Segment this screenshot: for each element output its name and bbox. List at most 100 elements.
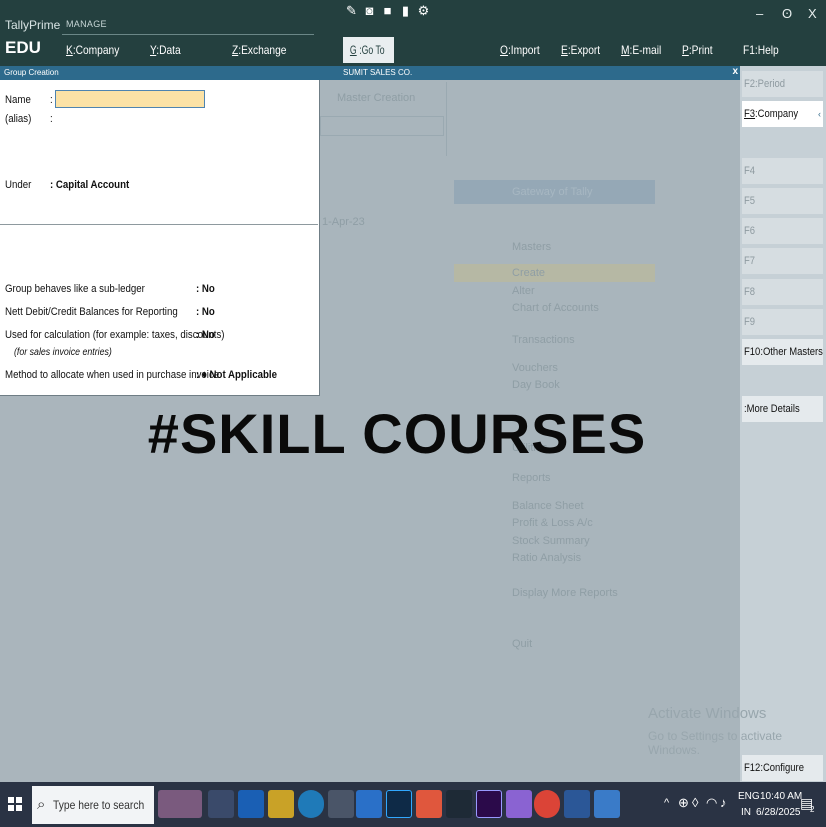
f10-other-masters-button[interactable]: F10:Other Masters	[742, 339, 823, 365]
gateway-item[interactable]: Vouchers	[512, 362, 558, 374]
menu-label: :Print	[688, 43, 713, 57]
f3-company-button[interactable]: F3:Company ‹	[742, 101, 823, 127]
sync-icon[interactable]	[356, 790, 382, 818]
word-icon[interactable]	[564, 790, 590, 818]
news-widget-icon[interactable]	[158, 790, 202, 818]
f5-button[interactable]: F5	[742, 188, 823, 214]
menu-label: :Data	[156, 43, 181, 57]
minimize-button[interactable]: –	[756, 6, 763, 21]
chrome-icon[interactable]	[534, 790, 560, 818]
gear-icon[interactable]: ⚙	[416, 2, 431, 20]
screen-title-strip: Group Creation SUMIT SALES CO. x	[0, 66, 740, 80]
menu-print[interactable]: P:Print	[682, 43, 713, 57]
activate-windows-title: Activate Windows	[648, 705, 767, 722]
gateway-item[interactable]: Balance Sheet	[512, 500, 584, 512]
region-indicator[interactable]: IN	[741, 807, 751, 818]
top-icon-group: ✎ ◙ ■ ▮ ⚙	[344, 2, 431, 20]
option-value[interactable]: : No	[196, 306, 215, 318]
terminal-icon[interactable]	[446, 790, 472, 818]
restore-button[interactable]: ʘ	[782, 6, 792, 21]
menu-goto[interactable]: G:Go To	[343, 37, 394, 63]
photoshop-icon[interactable]	[386, 790, 412, 818]
menu-label: :Go To	[359, 43, 386, 57]
option-value[interactable]: : ♦ Not Applicable	[196, 369, 277, 381]
camera-icon[interactable]: ◙	[362, 2, 377, 20]
volume-icon[interactable]: ♪	[720, 795, 727, 810]
manage-divider	[62, 34, 314, 35]
store-icon[interactable]	[328, 790, 354, 818]
button-key: F8	[744, 286, 756, 298]
gateway-item[interactable]: Day Book	[512, 379, 560, 391]
menu-email[interactable]: M:E-mail	[621, 43, 661, 57]
menu-key: G	[350, 43, 357, 57]
background-date: 1-Apr-23	[322, 216, 365, 228]
menu-export[interactable]: E:Export	[561, 43, 600, 57]
notification-badge: 2	[810, 805, 815, 814]
language-indicator[interactable]: ENG	[738, 791, 760, 802]
screen-title: Group Creation	[4, 68, 59, 77]
gateway-item[interactable]: Display More Reports	[512, 587, 618, 599]
button-label: :Company	[755, 108, 799, 120]
tray-chevron-icon[interactable]: ^	[664, 797, 669, 809]
clock-time[interactable]: 10:40 AM	[760, 791, 802, 802]
menu-data[interactable]: Y:Data	[150, 43, 181, 57]
name-label: Name	[5, 94, 31, 106]
button-key: F7	[744, 255, 756, 267]
gateway-item[interactable]: Quit	[512, 638, 532, 650]
f8-button[interactable]: F8	[742, 279, 823, 305]
gateway-item[interactable]: Create	[512, 267, 545, 279]
under-value[interactable]: : Capital Account	[50, 179, 129, 191]
f12-configure-button[interactable]: F12:Configure	[742, 755, 823, 781]
premiere-icon[interactable]	[476, 790, 502, 818]
taskbar: ⌕ Type here to search ^ ⊕ ◊ ◠ ♪ ENG IN 1…	[0, 782, 826, 827]
button-key: F3	[744, 108, 756, 120]
office-icon[interactable]	[416, 790, 442, 818]
gateway-item[interactable]: Profit & Loss A/c	[512, 517, 593, 529]
gateway-item[interactable]: Chart of Accounts	[512, 302, 599, 314]
f7-button[interactable]: F7	[742, 248, 823, 274]
button-label: :Period	[755, 78, 786, 90]
menu-import[interactable]: O:Import	[500, 43, 540, 57]
gateway-item[interactable]: Alter	[512, 285, 535, 297]
edit-icon[interactable]: ✎	[344, 2, 359, 20]
menu-key: P	[682, 43, 689, 57]
outlook-icon[interactable]	[238, 790, 264, 818]
clock-date[interactable]: 6/28/2025	[756, 807, 801, 818]
device-icon[interactable]: ▮	[398, 2, 413, 20]
menu-label: :Company	[72, 43, 120, 57]
option-value[interactable]: : No	[196, 283, 215, 295]
under-label: Under	[5, 179, 32, 191]
menu-help[interactable]: F1:Help	[743, 43, 779, 57]
taskbar-search[interactable]: ⌕ Type here to search	[32, 786, 154, 824]
gateway-item[interactable]: Stock Summary	[512, 535, 590, 547]
windows-start-icon[interactable]	[8, 797, 22, 811]
file-explorer-icon[interactable]	[268, 790, 294, 818]
app-icon[interactable]	[506, 790, 532, 818]
name-field[interactable]	[55, 90, 205, 108]
alias-colon: :	[50, 113, 53, 125]
option-value[interactable]: : No	[196, 329, 215, 341]
button-label: :Configure	[760, 762, 804, 774]
gateway-highlight	[454, 264, 655, 282]
gateway-section: Reports	[512, 472, 551, 484]
brand-name: TallyPrime	[5, 18, 61, 32]
video-icon[interactable]: ■	[380, 2, 395, 20]
copilot-icon[interactable]	[208, 790, 234, 818]
f2-period-button[interactable]: F2:Period	[742, 71, 823, 97]
edge-icon[interactable]	[298, 790, 324, 818]
wifi-icon[interactable]: ◠	[706, 795, 717, 811]
close-button[interactable]: X	[808, 6, 817, 21]
network-icon[interactable]: ⊕	[678, 795, 689, 811]
gateway-item[interactable]: Ratio Analysis	[512, 552, 581, 564]
security-icon[interactable]: ◊	[692, 795, 698, 810]
f6-button[interactable]: F6	[742, 218, 823, 244]
menu-label: :E-mail	[629, 43, 662, 57]
f9-button[interactable]: F9	[742, 309, 823, 335]
menu-label: :Import	[507, 43, 540, 57]
menu-company[interactable]: K:Company	[66, 43, 119, 57]
option-label: Group behaves like a sub-ledger	[5, 283, 145, 295]
menu-exchange[interactable]: Z:Exchange	[232, 43, 286, 57]
tally-icon[interactable]	[594, 790, 620, 818]
f4-button[interactable]: F4	[742, 158, 823, 184]
close-icon[interactable]: x	[732, 66, 738, 77]
